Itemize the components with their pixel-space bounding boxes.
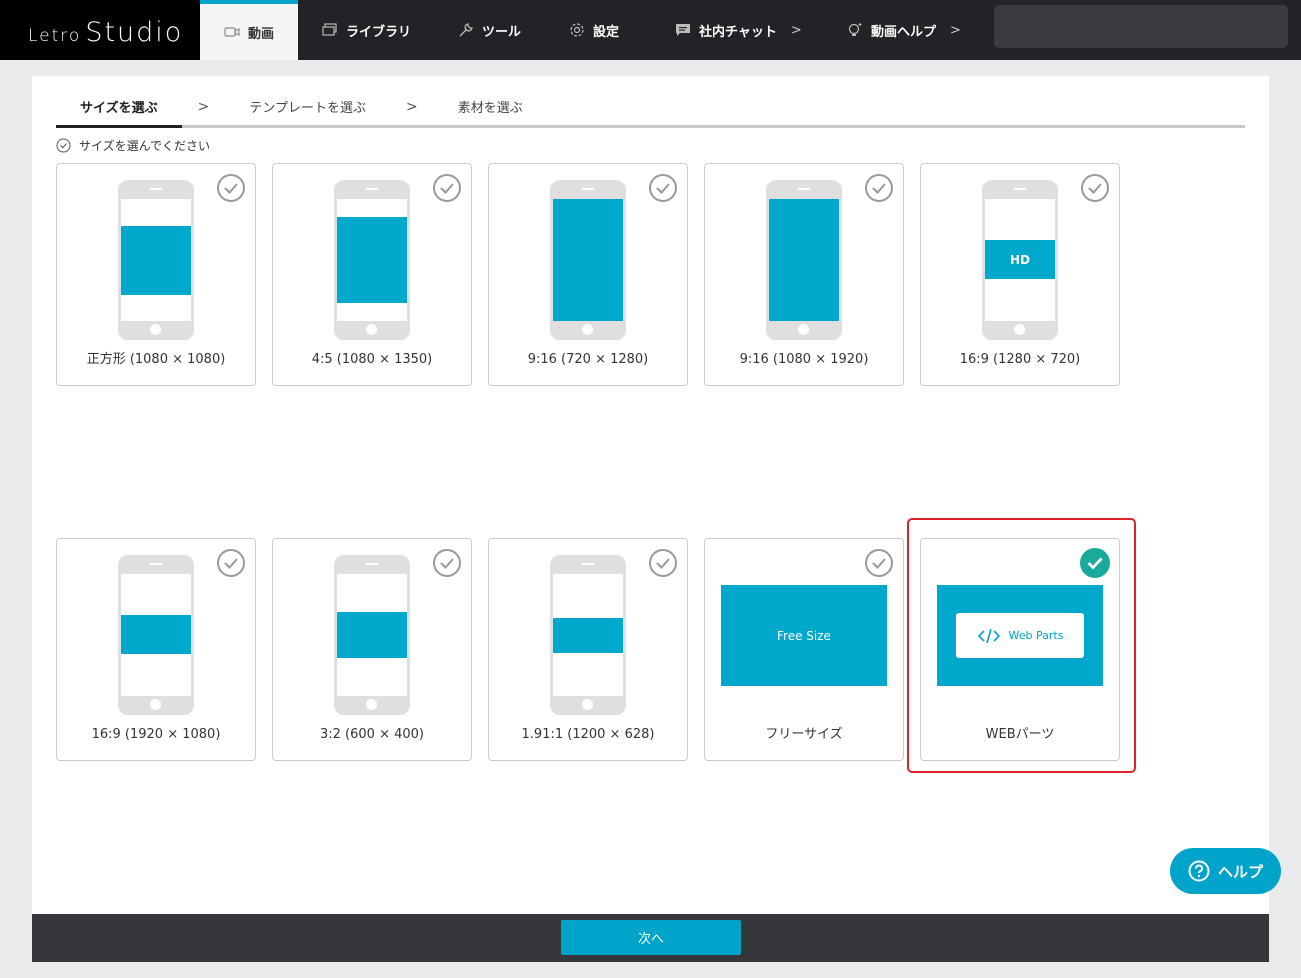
hint-text: サイズを選んでください bbox=[79, 139, 211, 153]
phone-preview bbox=[550, 180, 626, 340]
size-card-16-9-1920[interactable]: 16:9 (1920 × 1080) bbox=[56, 538, 256, 761]
check-circle-icon bbox=[1081, 174, 1109, 202]
next-button[interactable]: 次へ bbox=[561, 920, 741, 955]
help-label: ヘルプ bbox=[1217, 862, 1263, 881]
nav-tab-tools[interactable]: ツール bbox=[458, 0, 521, 60]
check-circle-icon bbox=[865, 174, 893, 202]
size-card-free-size[interactable]: Free Size フリーサイズ bbox=[704, 538, 904, 761]
logo-text-large: Studio bbox=[85, 17, 184, 48]
chevron-right-icon: > bbox=[405, 98, 418, 115]
video-icon bbox=[224, 24, 240, 40]
nav-tab-settings[interactable]: 設定 bbox=[569, 0, 619, 60]
size-card-label: 9:16 (720 × 1280) bbox=[527, 352, 649, 367]
size-card-label: 16:9 (1280 × 720) bbox=[959, 352, 1081, 367]
phone-preview bbox=[766, 180, 842, 340]
app-logo[interactable]: Letro Studio bbox=[0, 0, 200, 60]
size-card-label: 16:9 (1920 × 1080) bbox=[91, 727, 221, 742]
nav-tab-label: 動画ヘルプ bbox=[871, 24, 937, 40]
step-select-size[interactable]: サイズを選ぶ bbox=[56, 88, 182, 128]
top-navigation-bar: Letro Studio 動画 ライブラリ ツール 設定 社内チャット > 動画… bbox=[0, 0, 1301, 60]
nav-tab-label: ツール bbox=[482, 24, 522, 40]
nav-tab-video-help[interactable]: 動画ヘルプ > bbox=[847, 0, 961, 60]
check-circle-icon bbox=[433, 174, 461, 202]
size-card-4-5[interactable]: 4:5 (1080 × 1350) bbox=[272, 163, 472, 386]
phone-preview bbox=[118, 555, 194, 715]
lightbulb-icon bbox=[847, 22, 863, 38]
question-circle-icon bbox=[1188, 860, 1210, 882]
nav-tab-label: ライブラリ bbox=[346, 24, 412, 40]
hd-badge: HD bbox=[985, 240, 1055, 279]
wrench-icon bbox=[458, 22, 474, 38]
check-circle-icon bbox=[433, 549, 461, 577]
instruction-hint: サイズを選んでください bbox=[56, 137, 210, 154]
gear-icon bbox=[569, 22, 585, 38]
phone-preview bbox=[118, 180, 194, 340]
size-card-1-91-1[interactable]: 1.91:1 (1200 × 628) bbox=[488, 538, 688, 761]
nav-tab-library[interactable]: ライブラリ bbox=[322, 0, 411, 60]
logo-text-small: Letro bbox=[28, 26, 82, 46]
size-card-16-9-hd[interactable]: HD 16:9 (1280 × 720) bbox=[920, 163, 1120, 386]
help-button[interactable]: ヘルプ bbox=[1170, 848, 1281, 894]
check-circle-icon bbox=[217, 174, 245, 202]
step-breadcrumb: サイズを選ぶ > テンプレートを選ぶ > 素材を選ぶ bbox=[56, 88, 1245, 128]
nav-tab-label: 設定 bbox=[593, 24, 620, 40]
check-circle-icon bbox=[56, 138, 71, 153]
size-card-label: 正方形 (1080 × 1080) bbox=[86, 352, 226, 367]
size-card-3-2[interactable]: 3:2 (600 × 400) bbox=[272, 538, 472, 761]
chat-icon bbox=[675, 22, 691, 38]
nav-tab-chat[interactable]: 社内チャット > bbox=[675, 0, 802, 60]
nav-tab-label: 動画 bbox=[247, 26, 274, 42]
free-size-preview: Free Size bbox=[721, 585, 887, 686]
library-icon bbox=[322, 22, 338, 38]
check-circle-icon bbox=[217, 549, 245, 577]
chevron-right-icon: > bbox=[790, 22, 802, 38]
size-card-label: フリーサイズ bbox=[765, 727, 843, 742]
selection-highlight bbox=[907, 518, 1136, 773]
check-circle-icon bbox=[865, 549, 893, 577]
size-card-label: 9:16 (1080 × 1920) bbox=[739, 352, 869, 367]
phone-preview bbox=[334, 180, 410, 340]
step-select-materials[interactable]: 素材を選ぶ bbox=[434, 88, 547, 125]
nav-tab-label: 社内チャット bbox=[699, 24, 777, 40]
nav-tab-video[interactable]: 動画 bbox=[200, 0, 298, 60]
size-card-label: 1.91:1 (1200 × 628) bbox=[521, 727, 655, 742]
preview-text: Free Size bbox=[777, 628, 831, 643]
size-card-label: 4:5 (1080 × 1350) bbox=[311, 352, 433, 367]
size-card-9-16-720[interactable]: 9:16 (720 × 1280) bbox=[488, 163, 688, 386]
phone-preview bbox=[334, 555, 410, 715]
size-card-label: 3:2 (600 × 400) bbox=[320, 727, 424, 742]
check-circle-icon bbox=[649, 174, 677, 202]
phone-preview: HD bbox=[982, 180, 1058, 340]
chevron-right-icon: > bbox=[197, 98, 210, 115]
size-card-9-16-1080[interactable]: 9:16 (1080 × 1920) bbox=[704, 163, 904, 386]
phone-preview bbox=[550, 555, 626, 715]
header-search-box[interactable] bbox=[994, 5, 1288, 48]
chevron-right-icon: > bbox=[950, 22, 961, 38]
check-circle-icon bbox=[649, 549, 677, 577]
step-select-template[interactable]: テンプレートを選ぶ bbox=[225, 88, 390, 125]
size-card-square[interactable]: 正方形 (1080 × 1080) bbox=[56, 163, 256, 386]
